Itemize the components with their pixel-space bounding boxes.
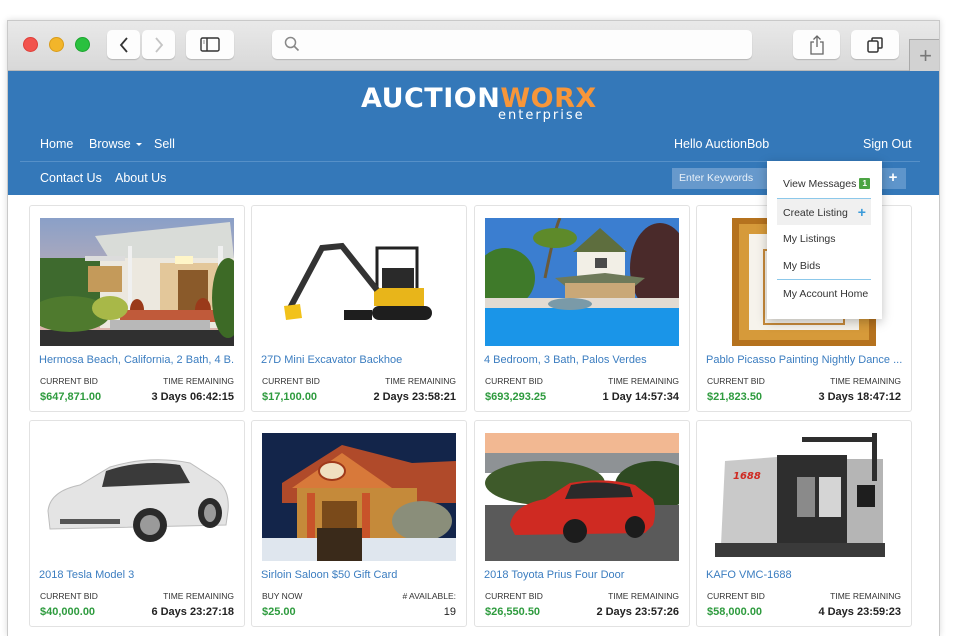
listing-time-remaining: 1 Day 14:57:34 bbox=[602, 391, 679, 403]
machine-model-label: 1688 bbox=[733, 471, 761, 482]
listing-left-label: CURRENT BID bbox=[485, 376, 543, 386]
listing-left-label: CURRENT BID bbox=[40, 376, 98, 386]
back-button[interactable] bbox=[107, 30, 140, 59]
tabs-overview-icon bbox=[867, 36, 883, 53]
listing-title[interactable]: 2018 Toyota Prius Four Door bbox=[484, 569, 680, 581]
sidebar-icon bbox=[200, 37, 220, 52]
listing-time-remaining: 3 Days 06:42:15 bbox=[151, 391, 234, 403]
listing-price: $26,550.50 bbox=[485, 606, 541, 618]
listing-time-remaining: 2 Days 23:58:21 bbox=[373, 391, 456, 403]
listing-time-remaining: 2 Days 23:57:26 bbox=[596, 606, 679, 618]
listing-card[interactable]: 2018 Tesla Model 3 CURRENT BID TIME REMA… bbox=[29, 420, 245, 627]
sign-out-link[interactable]: Sign Out bbox=[863, 127, 912, 161]
menu-view-messages[interactable]: View Messages 1 bbox=[777, 171, 871, 197]
magnifier-icon bbox=[284, 36, 300, 52]
cnc-machine-photo[interactable]: 1688 bbox=[707, 433, 901, 561]
nav-sell[interactable]: Sell bbox=[154, 127, 175, 161]
listing-right-label: TIME REMAINING bbox=[163, 591, 234, 601]
listing-price: $693,293.25 bbox=[485, 391, 547, 403]
listing-right-label: # AVAILABLE: bbox=[402, 591, 456, 601]
logo-text-auction: AUCTION bbox=[361, 83, 501, 114]
listing-price: $647,871.00 bbox=[40, 391, 102, 403]
restaurant-photo[interactable] bbox=[262, 433, 456, 561]
menu-divider bbox=[777, 279, 871, 280]
listing-left-label: CURRENT BID bbox=[40, 591, 98, 601]
zoom-window-button[interactable] bbox=[75, 37, 90, 52]
menu-my-bids[interactable]: My Bids bbox=[777, 253, 871, 279]
listing-title[interactable]: 27D Mini Excavator Backhoe bbox=[261, 354, 457, 366]
listing-price: $58,000.00 bbox=[707, 606, 763, 618]
listing-right-label: TIME REMAINING bbox=[385, 376, 456, 386]
forward-button[interactable] bbox=[142, 30, 175, 59]
white-sedan-photo[interactable] bbox=[40, 433, 234, 561]
nav-about-us[interactable]: About Us bbox=[115, 162, 166, 195]
listing-title[interactable]: Pablo Picasso Painting Nightly Dance ... bbox=[706, 354, 902, 366]
plus-icon: + bbox=[857, 204, 866, 220]
listing-card[interactable]: Hermosa Beach, California, 2 Bath, 4 B..… bbox=[29, 205, 245, 412]
primary-nav: Home Browse Sell Hello AuctionBob My Acc… bbox=[8, 127, 939, 217]
listing-left-label: CURRENT BID bbox=[707, 376, 765, 386]
listing-price: $40,000.00 bbox=[40, 606, 96, 618]
address-bar[interactable] bbox=[272, 30, 752, 59]
listing-price: $21,823.50 bbox=[707, 391, 763, 403]
nav-home[interactable]: Home bbox=[40, 127, 73, 161]
red-car-photo[interactable] bbox=[485, 433, 679, 561]
listing-card[interactable]: 4 Bedroom, 3 Bath, Palos Verdes CURRENT … bbox=[474, 205, 690, 412]
listing-card[interactable]: 27D Mini Excavator Backhoe CURRENT BID T… bbox=[251, 205, 467, 412]
listing-left-label: CURRENT BID bbox=[262, 376, 320, 386]
pool-house-photo[interactable] bbox=[485, 218, 679, 346]
listing-title[interactable]: 2018 Tesla Model 3 bbox=[39, 569, 235, 581]
browser-toolbar: + bbox=[8, 21, 939, 71]
message-count-badge: 1 bbox=[859, 178, 871, 189]
chevron-right-icon bbox=[154, 36, 163, 53]
plus-icon: + bbox=[919, 42, 932, 68]
share-button[interactable] bbox=[793, 30, 840, 59]
listing-available-count: 19 bbox=[443, 606, 456, 618]
listing-price: $17,100.00 bbox=[262, 391, 318, 403]
listing-time-remaining: 4 Days 23:59:23 bbox=[818, 606, 901, 618]
listing-left-label: CURRENT BID bbox=[485, 591, 543, 601]
menu-my-listings[interactable]: My Listings bbox=[777, 226, 871, 252]
listing-time-remaining: 6 Days 23:27:18 bbox=[151, 606, 234, 618]
logo-subtitle: enterprise bbox=[498, 108, 585, 123]
listing-right-label: TIME REMAINING bbox=[830, 591, 901, 601]
site-logo[interactable]: AUCTIONWORX enterprise bbox=[361, 85, 601, 125]
close-window-button[interactable] bbox=[23, 37, 38, 52]
listing-right-label: TIME REMAINING bbox=[608, 376, 679, 386]
nav-browse[interactable]: Browse bbox=[89, 127, 142, 161]
menu-my-account-home[interactable]: My Account Home bbox=[777, 281, 871, 307]
sidebar-toggle-button[interactable] bbox=[186, 30, 234, 59]
nav-browse-label: Browse bbox=[89, 137, 131, 151]
listing-card[interactable]: Sirloin Saloon $50 Gift Card BUY NOW # A… bbox=[251, 420, 467, 627]
chevron-left-icon bbox=[119, 36, 128, 53]
listing-card[interactable]: 2018 Toyota Prius Four Door CURRENT BID … bbox=[474, 420, 690, 627]
nav-contact-us[interactable]: Contact Us bbox=[40, 162, 102, 195]
listing-title[interactable]: Sirloin Saloon $50 Gift Card bbox=[261, 569, 457, 581]
listing-title[interactable]: Hermosa Beach, California, 2 Bath, 4 B..… bbox=[39, 354, 235, 366]
listing-card[interactable]: 1688 KAFO VMC-1688 CURRENT BID TIME REMA… bbox=[696, 420, 912, 627]
new-tab-button[interactable]: + bbox=[909, 39, 939, 71]
excavator-photo[interactable] bbox=[262, 218, 456, 346]
menu-create-listing-label: Create Listing bbox=[783, 207, 848, 219]
minimize-window-button[interactable] bbox=[49, 37, 64, 52]
share-icon bbox=[809, 34, 824, 55]
listing-left-label: CURRENT BID bbox=[707, 591, 765, 601]
browser-window: + AUCTIONWORX enterprise Home Browse Sel… bbox=[7, 20, 940, 636]
menu-view-messages-label: View Messages bbox=[783, 178, 857, 190]
menu-create-listing[interactable]: Create Listing + bbox=[777, 199, 871, 225]
listing-time-remaining: 3 Days 18:47:12 bbox=[818, 391, 901, 403]
house-porch-photo[interactable] bbox=[40, 218, 234, 346]
listing-right-label: TIME REMAINING bbox=[608, 591, 679, 601]
listing-right-label: TIME REMAINING bbox=[163, 376, 234, 386]
tabs-overview-button[interactable] bbox=[851, 30, 899, 59]
listing-title[interactable]: 4 Bedroom, 3 Bath, Palos Verdes bbox=[484, 354, 680, 366]
listing-left-label: BUY NOW bbox=[262, 591, 303, 601]
search-submit-button[interactable]: + bbox=[880, 168, 906, 189]
listing-title[interactable]: KAFO VMC-1688 bbox=[706, 569, 902, 581]
account-dropdown-menu: View Messages 1 Create Listing + My Listin… bbox=[767, 161, 882, 319]
greeting-text: Hello AuctionBob bbox=[674, 137, 770, 151]
listing-price: $25.00 bbox=[262, 606, 296, 618]
caret-down-icon bbox=[135, 143, 142, 147]
listing-right-label: TIME REMAINING bbox=[830, 376, 901, 386]
